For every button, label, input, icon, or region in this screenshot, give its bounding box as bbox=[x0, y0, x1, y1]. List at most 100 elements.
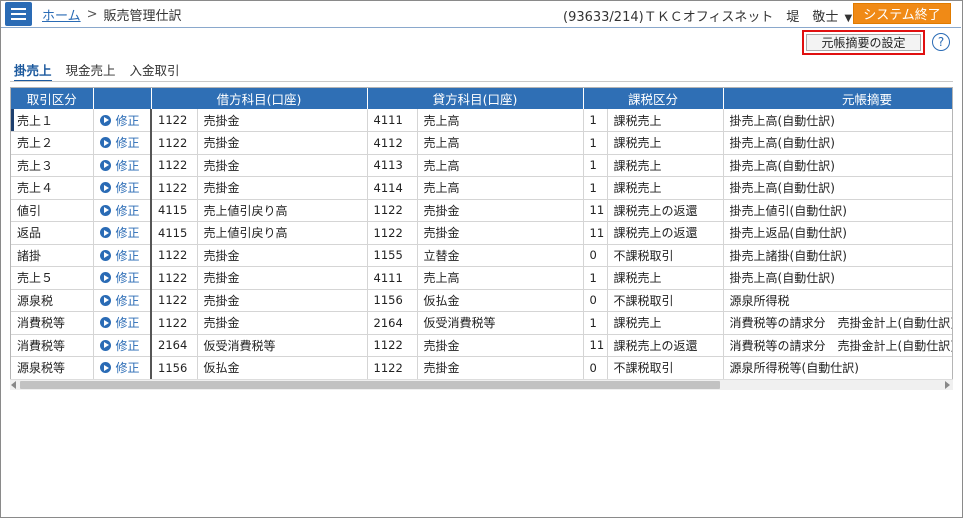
cell-tax-name: 課税売上 bbox=[607, 311, 724, 335]
cell-credit-name: 売上高 bbox=[417, 266, 584, 290]
table-row[interactable]: 売上３ 修正 1122 売掛金 4113 売上高 1 課税売上 掛売上高(自動仕訳) bbox=[11, 154, 952, 177]
cell-credit-code: 4114 bbox=[367, 176, 418, 200]
edit-button[interactable]: 修正 bbox=[93, 266, 152, 290]
cell-kind: 消費税等 bbox=[11, 334, 94, 357]
cell-tax-name: 課税売上 bbox=[607, 109, 724, 132]
edit-label: 修正 bbox=[115, 113, 140, 128]
cell-debit-code: 1122 bbox=[150, 131, 198, 155]
horizontal-scrollbar[interactable] bbox=[10, 379, 953, 390]
cell-summary: 源泉所得税 bbox=[723, 289, 952, 312]
table-row[interactable]: 売上４ 修正 1122 売掛金 4114 売上高 1 課税売上 掛売上高(自動仕訳) bbox=[11, 176, 952, 200]
divider bbox=[1, 27, 961, 28]
scrollbar-thumb[interactable] bbox=[20, 381, 720, 389]
cell-credit-code: 2164 bbox=[367, 311, 418, 335]
cell-kind: 消費税等 bbox=[11, 311, 94, 335]
edit-button[interactable]: 修正 bbox=[93, 334, 152, 357]
cell-kind: 諸掛 bbox=[11, 244, 94, 267]
cell-debit-name: 売掛金 bbox=[197, 244, 368, 267]
cell-debit-name: 売掛金 bbox=[197, 131, 368, 155]
cell-credit-name: 売掛金 bbox=[417, 221, 584, 245]
cell-credit-code: 4112 bbox=[367, 131, 418, 155]
table-row[interactable]: 消費税等 修正 1122 売掛金 2164 仮受消費税等 1 課税売上 消費税等の請求分 売掛金… bbox=[11, 311, 952, 335]
cell-kind: 源泉税等 bbox=[11, 356, 94, 380]
menu-icon[interactable] bbox=[5, 2, 32, 26]
edit-button[interactable]: 修正 bbox=[93, 199, 152, 222]
table-row[interactable]: 値引 修正 4115 売上値引戻り高 1122 売掛金 11 課税売上の返還 掛売上値引(自動仕… bbox=[11, 199, 952, 222]
cell-debit-name: 売掛金 bbox=[197, 266, 368, 290]
cell-debit-name: 仮受消費税等 bbox=[197, 334, 368, 357]
edit-button[interactable]: 修正 bbox=[93, 244, 152, 267]
table-row[interactable]: 消費税等 修正 2164 仮受消費税等 1122 売掛金 11 課税売上の返還 消費税等の請求分… bbox=[11, 334, 952, 357]
cell-debit-code: 1122 bbox=[150, 244, 198, 267]
cell-tax-name: 不課税取引 bbox=[607, 244, 724, 267]
edit-button[interactable]: 修正 bbox=[93, 221, 152, 245]
cell-tax-code: 1 bbox=[583, 311, 608, 335]
table-row[interactable]: 源泉税等 修正 1156 仮払金 1122 売掛金 0 不課税取引 源泉所得税等(自動仕訳) bbox=[11, 356, 952, 380]
tab-item[interactable]: 掛売上 bbox=[14, 60, 52, 82]
edit-label: 修正 bbox=[115, 338, 140, 353]
cell-kind: 源泉税 bbox=[11, 289, 94, 312]
home-link[interactable]: ホーム bbox=[42, 5, 81, 24]
table-row[interactable]: 売上２ 修正 1122 売掛金 4112 売上高 1 課税売上 掛売上高(自動仕訳) bbox=[11, 131, 952, 155]
settings-highlight: 元帳摘要の設定 bbox=[802, 30, 925, 55]
cell-kind: 売上２ bbox=[11, 131, 94, 155]
cell-debit-name: 売掛金 bbox=[197, 311, 368, 335]
cell-credit-name: 売上高 bbox=[417, 109, 584, 132]
cell-debit-code: 4115 bbox=[150, 199, 198, 222]
cell-tax-code: 1 bbox=[583, 131, 608, 155]
cell-summary: 掛売上高(自動仕訳) bbox=[723, 176, 952, 200]
cell-kind: 値引 bbox=[11, 199, 94, 222]
scroll-right-icon[interactable] bbox=[945, 381, 950, 389]
cell-credit-name: 仮払金 bbox=[417, 289, 584, 312]
cell-debit-code: 4115 bbox=[150, 221, 198, 245]
scroll-left-icon[interactable] bbox=[11, 381, 16, 389]
play-circle-icon bbox=[99, 317, 111, 329]
cell-tax-name: 課税売上 bbox=[607, 176, 724, 200]
cell-kind: 売上５ bbox=[11, 266, 94, 290]
edit-button[interactable]: 修正 bbox=[93, 289, 152, 312]
cell-tax-code: 11 bbox=[583, 199, 608, 222]
edit-button[interactable]: 修正 bbox=[93, 154, 152, 177]
cell-credit-name: 立替金 bbox=[417, 244, 584, 267]
cell-credit-name: 売掛金 bbox=[417, 334, 584, 357]
edit-label: 修正 bbox=[115, 203, 140, 218]
cell-summary: 掛売上値引(自動仕訳) bbox=[723, 199, 952, 222]
table-row[interactable]: 諸掛 修正 1122 売掛金 1155 立替金 0 不課税取引 掛売上諸掛(自動仕訳) bbox=[11, 244, 952, 267]
table-row[interactable]: 売上５ 修正 1122 売掛金 4111 売上高 1 課税売上 掛売上高(自動仕訳) bbox=[11, 266, 952, 290]
cell-debit-name: 売上値引戻り高 bbox=[197, 199, 368, 222]
tab-item[interactable]: 入金取引 bbox=[130, 60, 180, 82]
cell-tax-code: 0 bbox=[583, 289, 608, 312]
help-icon[interactable]: ? bbox=[932, 33, 950, 51]
play-circle-icon bbox=[99, 227, 111, 239]
edit-label: 修正 bbox=[115, 316, 140, 331]
user-menu[interactable]: (93633/214)ＴＫＣオフィスネット 堤 敬士 ▼ bbox=[563, 6, 852, 25]
edit-label: 修正 bbox=[115, 136, 140, 151]
cell-tax-code: 11 bbox=[583, 221, 608, 245]
cell-credit-name: 売上高 bbox=[417, 154, 584, 177]
play-circle-icon bbox=[99, 137, 111, 149]
table-row[interactable]: 売上１ 修正 1122 売掛金 4111 売上高 1 課税売上 掛売上高(自動仕訳) bbox=[11, 109, 952, 132]
breadcrumb-separator: > bbox=[86, 6, 98, 22]
edit-button[interactable]: 修正 bbox=[93, 176, 152, 200]
cell-debit-code: 1122 bbox=[150, 176, 198, 200]
play-circle-icon bbox=[99, 204, 111, 216]
cell-credit-code: 1122 bbox=[367, 334, 418, 357]
cell-debit-code: 1122 bbox=[150, 289, 198, 312]
edit-label: 修正 bbox=[115, 158, 140, 173]
table-row[interactable]: 返品 修正 4115 売上値引戻り高 1122 売掛金 11 課税売上の返還 掛売上返品(自動仕… bbox=[11, 221, 952, 245]
edit-button[interactable]: 修正 bbox=[93, 356, 152, 380]
edit-label: 修正 bbox=[115, 361, 140, 376]
table-row[interactable]: 源泉税 修正 1122 売掛金 1156 仮払金 0 不課税取引 源泉所得税 bbox=[11, 289, 952, 312]
cell-tax-code: 0 bbox=[583, 356, 608, 380]
system-exit-button[interactable]: システム終了 bbox=[853, 3, 951, 24]
edit-button[interactable]: 修正 bbox=[93, 311, 152, 335]
cell-tax-code: 1 bbox=[583, 154, 608, 177]
cell-summary: 掛売上諸掛(自動仕訳) bbox=[723, 244, 952, 267]
ledger-summary-settings-button[interactable]: 元帳摘要の設定 bbox=[806, 34, 921, 51]
cell-debit-code: 1122 bbox=[150, 109, 198, 132]
cell-tax-name: 不課税取引 bbox=[607, 356, 724, 380]
header-debit: 借方科目(口座) bbox=[151, 88, 368, 109]
edit-button[interactable]: 修正 bbox=[93, 131, 152, 155]
edit-button[interactable]: 修正 bbox=[93, 109, 152, 132]
tab-item[interactable]: 現金売上 bbox=[66, 60, 116, 82]
